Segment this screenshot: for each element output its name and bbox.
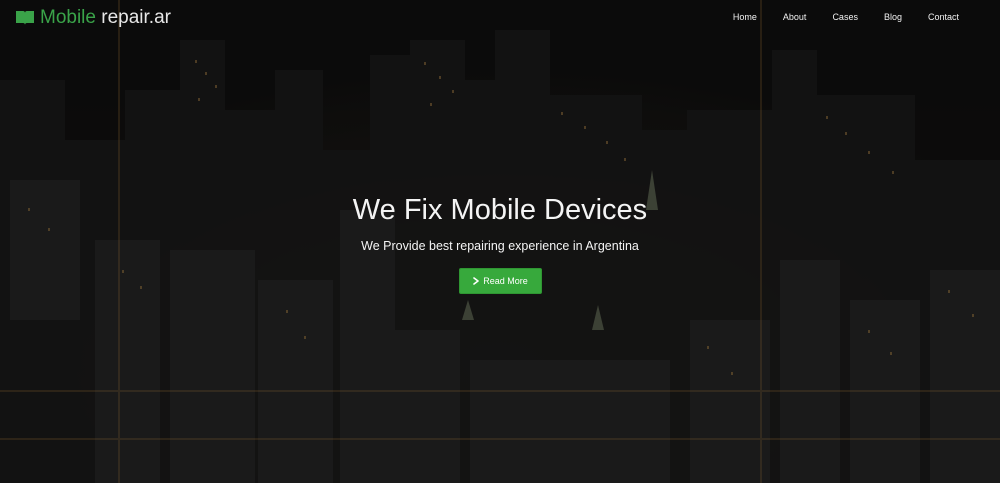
hero-section: Mobile repair.ar Home About Cases Blog C… bbox=[0, 0, 1000, 483]
nav-home[interactable]: Home bbox=[720, 11, 770, 24]
hero-content: We Fix Mobile Devices We Provide best re… bbox=[0, 190, 1000, 294]
hero-title: We Fix Mobile Devices bbox=[352, 194, 648, 226]
chevron-right-icon bbox=[473, 277, 480, 285]
book-icon bbox=[16, 11, 34, 25]
nav-contact[interactable]: Contact bbox=[915, 11, 972, 24]
nav-about[interactable]: About bbox=[770, 11, 820, 24]
brand-logo[interactable]: Mobile repair.ar bbox=[15, 6, 171, 30]
main-nav: Home About Cases Blog Contact bbox=[720, 11, 972, 24]
top-navbar: Mobile repair.ar Home About Cases Blog C… bbox=[0, 0, 1000, 36]
brand-primary: Mobile bbox=[40, 7, 96, 28]
read-more-button[interactable]: Read More bbox=[458, 268, 542, 294]
nav-blog[interactable]: Blog bbox=[871, 11, 915, 24]
nav-cases[interactable]: Cases bbox=[819, 11, 871, 24]
brand-secondary: repair.ar bbox=[95, 7, 171, 28]
read-more-label: Read More bbox=[483, 276, 528, 286]
brand-name: Mobile repair.ar bbox=[40, 6, 171, 30]
hero-subtitle: We Provide best repairing experience in … bbox=[361, 239, 639, 253]
